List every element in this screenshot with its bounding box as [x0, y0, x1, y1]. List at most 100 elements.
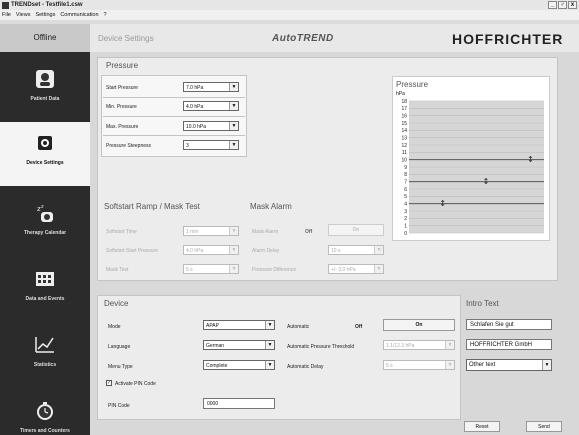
y-tick-label: 15 — [401, 121, 407, 127]
pressure-threshold-label: Automatic Pressure Threshold — [287, 344, 355, 350]
automatic-delay-label: Automatic Delay — [287, 364, 324, 370]
pressure-steepness-select[interactable]: 3 ▼ — [183, 140, 239, 150]
softstart-time-select[interactable]: 1 min ▼ — [183, 226, 239, 236]
chevron-down-icon: ▼ — [229, 246, 238, 254]
mask-alarm-label: Mask Alarm — [252, 229, 279, 235]
y-tick-label: 12 — [401, 143, 407, 149]
min-pressure-label: Min. Pressure — [106, 104, 137, 110]
y-tick-label: 6 — [404, 187, 407, 193]
nav-patient-data[interactable]: Patient Data — [0, 58, 90, 122]
intro-line2-value: HOFFRICHTER GmbH — [470, 342, 532, 348]
automatic-on-button[interactable]: On — [383, 319, 455, 331]
reset-button[interactable]: Reset — [464, 421, 500, 432]
y-tick-label: 3 — [404, 209, 407, 215]
menu-help[interactable]: ? — [104, 12, 107, 18]
therapy-calendar-icon: z z — [37, 204, 53, 222]
start-pressure-select[interactable]: 7.0 hPa ▼ — [183, 82, 239, 92]
pin-code-input[interactable]: 0000 — [203, 398, 275, 409]
y-tick-label: 8 — [404, 172, 407, 178]
chevron-down-icon: ▼ — [374, 265, 383, 273]
softstart-time-label: Softstart Time — [106, 229, 137, 235]
y-tick-label: 1 — [404, 223, 407, 229]
app-icon — [2, 1, 9, 9]
y-tick-label: 11 — [402, 150, 407, 156]
pressure-steepness-value: 3 — [186, 143, 189, 149]
nav-label: Data and Events — [25, 296, 65, 302]
pin-code-checkbox[interactable]: ✓ — [106, 380, 112, 386]
chevron-down-icon: ▼ — [265, 321, 274, 329]
alarm-delay-value: 10 s — [331, 248, 341, 254]
nav-statistics[interactable]: Statistics — [0, 324, 90, 388]
intro-line1-input[interactable]: Schlafen Sie gut — [466, 319, 552, 330]
pressure-steepness-label: Pressure Steepness — [106, 143, 152, 149]
y-tick-label: 10 — [401, 157, 407, 163]
min-pressure-select[interactable]: 4.0 hPa ▼ — [183, 101, 239, 111]
intro-text-select[interactable]: Other text ▼ — [466, 359, 552, 371]
data-events-icon — [36, 272, 54, 286]
menu-communication[interactable]: Communication — [60, 12, 98, 18]
language-value: German — [206, 343, 225, 349]
language-label: Language — [108, 344, 131, 350]
title-bar: TRENDset - Testfile1.csw _ ♂ x — [0, 0, 579, 10]
intro-line1-value: Schlafen Sie gut — [470, 322, 514, 328]
pressure-title: Pressure — [106, 61, 139, 70]
intro-line2-input[interactable]: HOFFRICHTER GmbH — [466, 339, 552, 350]
drag-handle-icon[interactable]: ↕ — [439, 199, 446, 208]
menu-views[interactable]: Views — [16, 12, 31, 18]
y-tick-label: 4 — [404, 201, 407, 207]
automatic-label: Automatic — [287, 324, 310, 330]
minimize-button[interactable]: _ — [548, 1, 557, 9]
brand-logo: HOFFRICHTER — [452, 31, 564, 47]
softstart-start-pressure-label: Softstart Start Pressure — [106, 248, 158, 254]
y-tick-label: 9 — [404, 165, 407, 171]
chevron-down-icon: ▼ — [445, 341, 454, 349]
automatic-delay-value: 5 s — [386, 363, 393, 369]
close-button[interactable]: x — [568, 1, 577, 9]
y-tick-label: 13 — [401, 135, 407, 141]
patient-data-icon — [36, 70, 54, 88]
nav-label: Device Settings — [26, 160, 64, 166]
drag-handle-icon[interactable]: ↕ — [483, 177, 490, 186]
pressure-difference-select[interactable]: +/- 3.0 hPa ▼ — [328, 264, 384, 274]
drag-handle-icon[interactable]: ↕ — [527, 155, 534, 164]
chevron-down-icon: ▼ — [229, 122, 238, 130]
pressure-threshold-select[interactable]: 1.1/12.3 hPa ▼ — [383, 340, 455, 350]
pressure-threshold-value: 1.1/12.3 hPa — [386, 343, 415, 349]
max-pressure-select[interactable]: 10.0 hPa ▼ — [183, 121, 239, 131]
nav-device-settings[interactable]: Device Settings — [0, 122, 90, 186]
divider — [103, 116, 245, 117]
mask-alarm-on-button[interactable]: On — [328, 224, 384, 236]
nav-therapy-calendar[interactable]: z z Therapy Calendar — [0, 192, 90, 256]
y-tick-label: 17 — [401, 106, 407, 112]
max-pressure-value: 10.0 hPa — [186, 124, 207, 130]
svg-text:z: z — [41, 204, 44, 210]
activate-pin-label: Activate PIN Code — [115, 381, 156, 387]
chevron-down-icon: ▼ — [542, 360, 551, 370]
softstart-start-pressure-select[interactable]: 4.0 hPa ▼ — [183, 245, 239, 255]
language-select[interactable]: German ▼ — [203, 340, 275, 350]
section-title: Device Settings — [98, 34, 154, 43]
mask-test-select[interactable]: 5 s ▼ — [183, 264, 239, 274]
y-tick-label: 2 — [404, 216, 407, 222]
nav-label: Therapy Calendar — [23, 230, 67, 236]
y-tick-label: 7 — [404, 179, 407, 185]
mode-select[interactable]: APAP ▼ — [203, 320, 275, 330]
pressure-chart: Pressure hPa 18 17 16 15 14 13 12 11 10 9 8 7 6 5 4 3 2 1… — [392, 76, 550, 241]
nav-timers-counters[interactable]: Timers and Counters — [0, 390, 90, 435]
pressure-difference-value: +/- 3.0 hPa — [331, 267, 356, 273]
nav-label: Statistics — [33, 362, 57, 368]
restore-button[interactable]: ♂ — [558, 1, 567, 9]
menu-file[interactable]: File — [2, 12, 11, 18]
menu-settings[interactable]: Settings — [35, 12, 55, 18]
chart-plot: 1817161514131211109876543210↕↕↕ — [401, 99, 544, 237]
alarm-delay-select[interactable]: 10 s ▼ — [328, 245, 384, 255]
chevron-down-icon: ▼ — [265, 361, 274, 369]
pressure-difference-label: Pressure Difference — [252, 267, 297, 273]
nav-data-events[interactable]: Data and Events — [0, 258, 90, 322]
menu-type-select[interactable]: Complete ▼ — [203, 360, 275, 370]
start-pressure-value: 7.0 hPa — [186, 85, 204, 91]
chevron-down-icon: ▼ — [229, 227, 238, 235]
automatic-delay-select[interactable]: 5 s ▼ — [383, 360, 455, 370]
send-button[interactable]: Send — [526, 421, 562, 432]
max-pressure-label: Max. Pressure — [106, 124, 139, 130]
